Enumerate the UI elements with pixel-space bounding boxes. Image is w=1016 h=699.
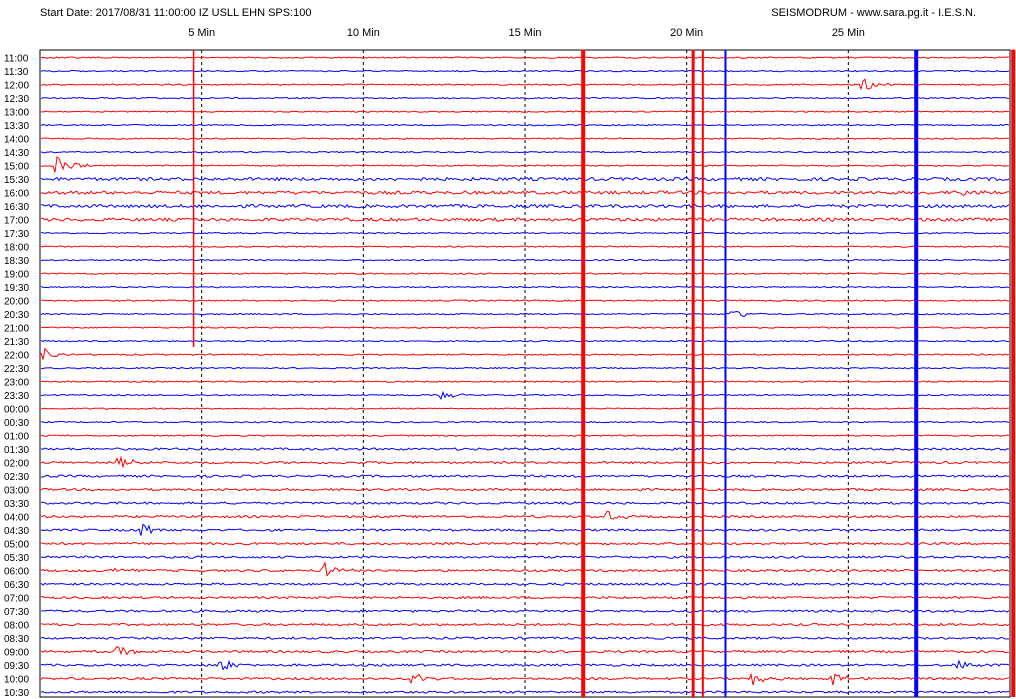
- x-tick-label-4: 25 Min: [832, 27, 865, 39]
- row-label-21: 21:30: [4, 337, 29, 348]
- trace-row-43: [40, 636, 1009, 640]
- row-label-36: 05:00: [4, 540, 29, 551]
- row-label-43: 08:30: [4, 634, 29, 645]
- row-label-13: 17:30: [4, 229, 29, 240]
- row-label-15: 18:30: [4, 256, 29, 267]
- row-label-40: 07:00: [4, 594, 29, 605]
- trace-row-31: [41, 474, 1010, 478]
- row-label-35: 04:30: [4, 526, 29, 537]
- row-label-39: 06:30: [4, 580, 29, 591]
- row-label-29: 01:30: [4, 445, 29, 456]
- row-label-23: 22:30: [4, 364, 29, 375]
- trace-row-47: [40, 690, 1010, 694]
- trace-row-26: [40, 407, 1010, 410]
- row-label-26: 00:00: [4, 405, 29, 416]
- row-label-45: 09:30: [4, 661, 29, 672]
- saturated-column-5: [914, 49, 919, 698]
- row-label-33: 03:30: [4, 499, 29, 510]
- row-label-2: 12:00: [4, 81, 29, 92]
- saturated-column-1: [581, 49, 586, 698]
- row-label-8: 15:00: [4, 162, 29, 173]
- row-label-9: 15:30: [4, 175, 29, 186]
- row-label-41: 07:30: [4, 607, 29, 618]
- x-tick-label-1: 10 Min: [347, 27, 380, 39]
- x-tick-label-3: 20 Min: [670, 27, 703, 39]
- trace-row-24: [40, 380, 1010, 383]
- trace-row-9: [40, 176, 1010, 182]
- saturated-column-4: [724, 49, 727, 698]
- trace-row-6: [40, 137, 1010, 140]
- saturated-column-2: [691, 49, 695, 698]
- row-label-4: 13:00: [4, 108, 29, 119]
- row-label-37: 05:30: [4, 553, 29, 564]
- row-label-34: 04:00: [4, 513, 29, 524]
- row-label-28: 01:00: [4, 432, 29, 443]
- saturated-column-6: [1011, 49, 1016, 698]
- row-label-18: 20:00: [4, 297, 29, 308]
- row-label-16: 19:00: [4, 270, 29, 281]
- row-label-47: 10:30: [4, 688, 29, 699]
- row-label-17: 19:30: [4, 283, 29, 294]
- row-label-19: 20:30: [4, 310, 29, 321]
- trace-row-13: [40, 231, 1010, 235]
- row-label-38: 06:00: [4, 567, 29, 578]
- trace-row-14: [40, 245, 1010, 248]
- trace-row-15: [40, 258, 1010, 262]
- row-label-24: 23:00: [4, 378, 29, 389]
- row-label-3: 12:30: [4, 94, 29, 105]
- row-label-5: 13:30: [4, 121, 29, 132]
- trace-row-10: [40, 190, 1010, 196]
- seismodrum-window: Start Date: 2017/08/31 11:00:00 IZ USLL …: [0, 0, 1016, 699]
- trace-row-42: [40, 622, 1010, 627]
- row-label-22: 22:00: [4, 351, 29, 362]
- row-label-31: 02:30: [4, 472, 29, 483]
- seismogram-plot: 5 Min 10 Min 15 Min 20 Min 25 Min 11:00 11:30 1…: [4, 27, 1016, 699]
- x-tick-label-0: 5 Min: [188, 27, 215, 39]
- trace-row-41: [40, 609, 1010, 613]
- row-label-42: 08:00: [4, 621, 29, 632]
- row-label-6: 14:00: [4, 135, 29, 146]
- trace-row-1: [40, 69, 1010, 73]
- row-label-20: 21:00: [4, 324, 29, 335]
- row-label-1: 11:30: [4, 67, 29, 78]
- row-label-46: 10:00: [4, 675, 29, 686]
- trace-row-18: [41, 299, 1010, 302]
- trace-row-33: [40, 501, 1010, 505]
- saturated-column-0: [192, 49, 195, 348]
- row-label-7: 14:30: [4, 148, 29, 159]
- saturated-column-3: [701, 49, 704, 698]
- row-label-25: 23:30: [4, 391, 29, 402]
- row-label-12: 17:00: [4, 216, 29, 227]
- trace-row-5: [40, 123, 1010, 127]
- row-label-27: 00:30: [4, 418, 29, 429]
- row-label-11: 16:30: [4, 202, 29, 213]
- row-label-14: 18:00: [4, 243, 29, 254]
- row-label-32: 03:00: [4, 486, 29, 497]
- trace-row-3: [40, 96, 1010, 100]
- row-label-0: 11:00: [4, 54, 29, 65]
- x-tick-label-2: 15 Min: [508, 27, 541, 39]
- trace-row-29: [40, 447, 1010, 451]
- row-label-44: 09:00: [4, 648, 29, 659]
- row-label-30: 02:00: [4, 459, 29, 470]
- row-label-10: 16:00: [4, 189, 29, 200]
